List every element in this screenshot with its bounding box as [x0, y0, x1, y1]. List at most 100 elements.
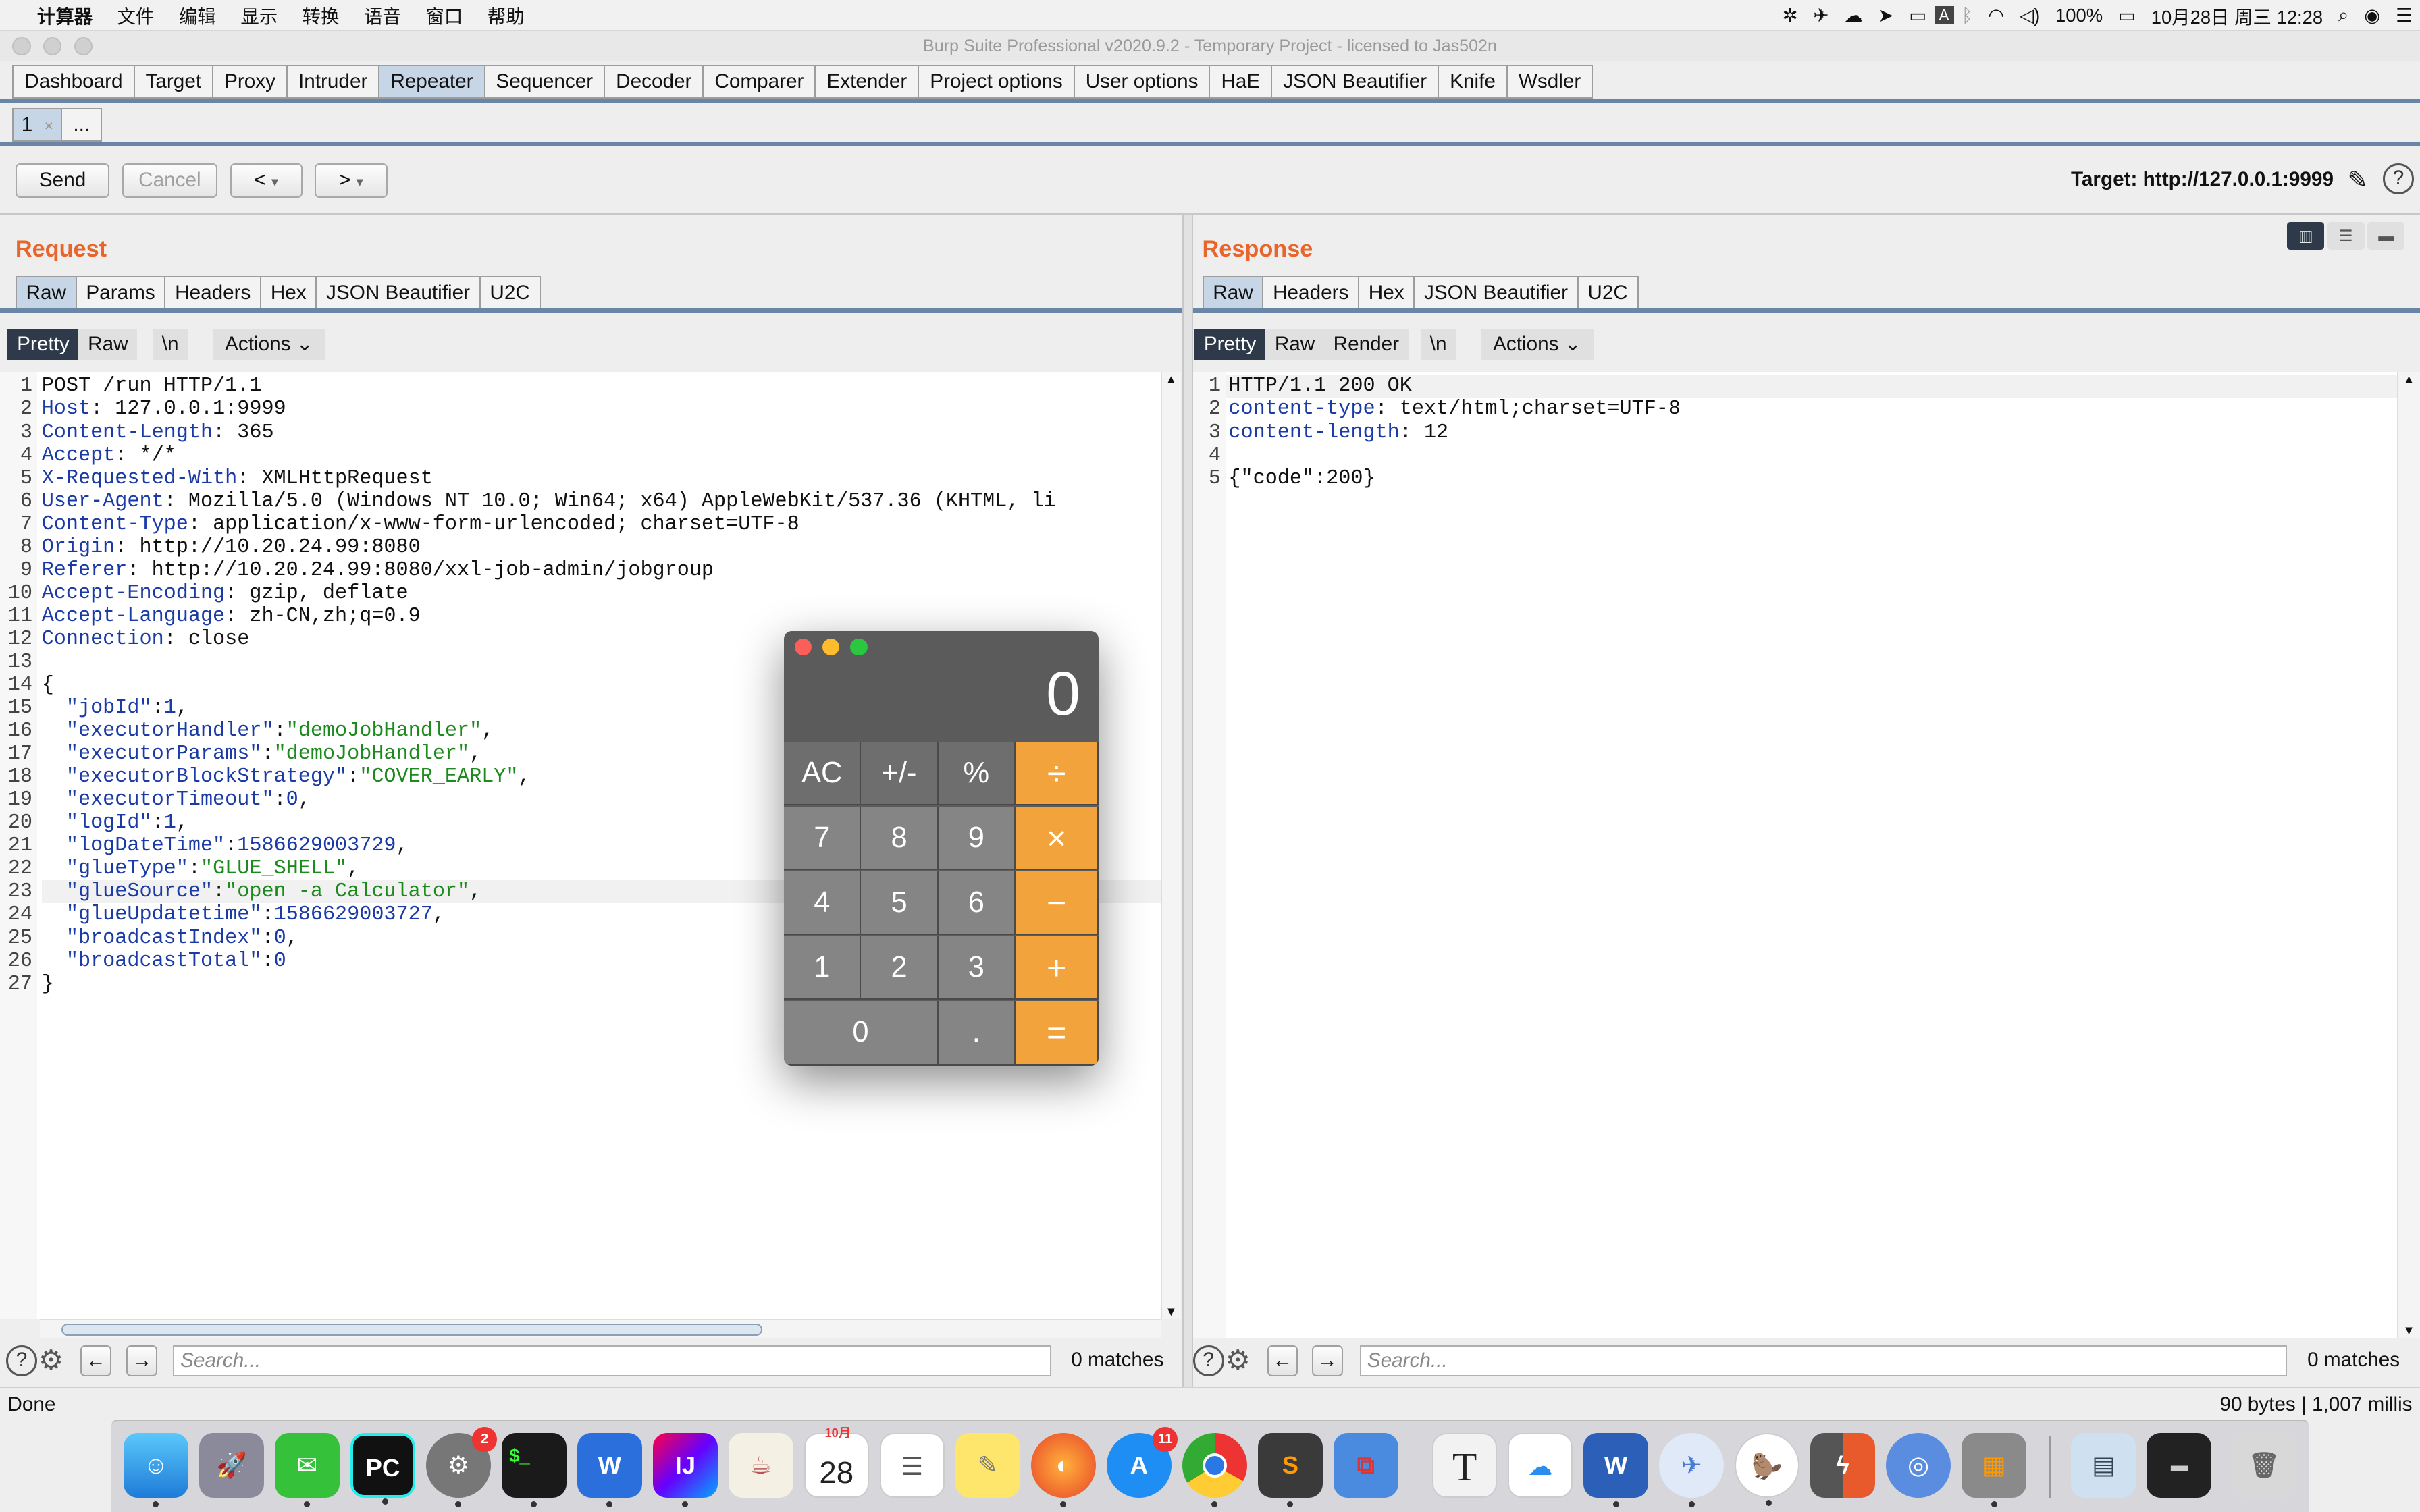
cancel-button[interactable]: Cancel	[122, 163, 218, 198]
response-editor[interactable]: 12345 HTTP/1.1 200 OK content-type: text/…	[1192, 371, 2397, 1338]
tab-u2c[interactable]: U2C	[479, 276, 541, 310]
digit-9-button[interactable]: 9	[938, 807, 1016, 871]
downloads-folder-icon[interactable]: ▤	[2071, 1433, 2136, 1498]
new-tab-button[interactable]: ...	[61, 107, 103, 142]
finder-icon[interactable]: ☺	[123, 1433, 188, 1507]
firefox-icon[interactable]: ◐	[1030, 1433, 1096, 1507]
digit-0-button[interactable]: 0	[784, 1001, 939, 1066]
tab-decoder[interactable]: Decoder	[604, 64, 703, 99]
zoom-window-icon[interactable]	[850, 639, 868, 656]
newline-toggle[interactable]: \n	[153, 328, 188, 360]
tab-hex[interactable]: Hex	[260, 276, 316, 310]
digit-8-button[interactable]: 8	[861, 807, 939, 871]
intellij-idea-icon[interactable]: IJ	[652, 1433, 718, 1507]
java-icon[interactable]: ☕	[728, 1433, 793, 1498]
digit-6-button[interactable]: 6	[938, 871, 1016, 936]
menu-convert[interactable]: 转换	[290, 1, 351, 28]
scrollbar-thumb[interactable]	[61, 1323, 763, 1336]
stacked-view-icon[interactable]: ☰	[2327, 222, 2365, 250]
raw-toggle[interactable]: Raw	[1265, 328, 1324, 360]
tab-wsdler[interactable]: Wsdler	[1506, 64, 1594, 99]
volume-icon[interactable]: ◁)	[2012, 5, 2048, 26]
chrome-canary-icon[interactable]: ◎	[1886, 1433, 1951, 1498]
tab-headers[interactable]: Headers	[1262, 276, 1359, 310]
menu-app[interactable]: 计算器	[25, 1, 105, 28]
scroll-down-icon[interactable]: ▼	[2403, 1323, 2415, 1338]
tab-params[interactable]: Params	[75, 276, 165, 310]
display-icon[interactable]: ▭	[1901, 5, 1935, 26]
pencil-icon[interactable]: ✎	[2348, 165, 2369, 194]
baidu-netdisk-icon[interactable]: ☁	[1508, 1433, 1573, 1498]
tab-raw[interactable]: Raw	[15, 276, 76, 310]
gear-icon[interactable]: ✲	[1774, 5, 1806, 26]
split-divider[interactable]	[1182, 214, 1193, 1387]
tab-json-beautifier[interactable]: JSON Beautifier	[1413, 276, 1577, 310]
help-icon[interactable]: ?	[1192, 1345, 1224, 1376]
tab-proxy[interactable]: Proxy	[212, 64, 286, 99]
actions-dropdown[interactable]: Actions ⌄	[1480, 328, 1594, 360]
menu-file[interactable]: 文件	[105, 1, 166, 28]
search-input[interactable]: Search...	[172, 1345, 1051, 1376]
battery-icon[interactable]: ▭	[2111, 5, 2144, 26]
tab-hae[interactable]: HaE	[1209, 64, 1271, 99]
close-window-icon[interactable]	[795, 639, 812, 656]
newline-toggle[interactable]: \n	[1421, 328, 1456, 360]
tab-json-beautifier[interactable]: JSON Beautifier	[315, 276, 479, 310]
multiply-button[interactable]: ×	[1015, 807, 1099, 871]
tab-knife[interactable]: Knife	[1438, 64, 1506, 99]
lark-icon[interactable]: ✈	[1659, 1433, 1725, 1507]
raw-toggle[interactable]: Raw	[78, 328, 138, 360]
app-store-icon[interactable]: A 11	[1106, 1426, 1178, 1498]
wechat-icon[interactable]: ☁	[1837, 5, 1870, 26]
tab-u2c[interactable]: U2C	[1577, 276, 1639, 310]
decimal-button[interactable]: .	[938, 1001, 1016, 1066]
vertical-scrollbar[interactable]: ▲ ▼	[2396, 371, 2420, 1338]
previous-match-button[interactable]: ←	[1267, 1345, 1298, 1376]
tab-target[interactable]: Target	[133, 64, 213, 99]
calculator-icon[interactable]: ▦	[1962, 1433, 2027, 1507]
input-source-icon[interactable]: A	[1934, 6, 1954, 25]
menu-window[interactable]: 窗口	[413, 1, 475, 28]
bird-icon[interactable]: ✈	[1806, 5, 1837, 26]
digit-7-button[interactable]: 7	[784, 807, 862, 871]
split-view-icon[interactable]: ▥	[2287, 222, 2325, 250]
add-button[interactable]: +	[1015, 936, 1099, 1000]
reminders-icon[interactable]: ☰	[879, 1433, 945, 1498]
next-match-button[interactable]: →	[126, 1345, 158, 1376]
tab-repeater[interactable]: Repeater	[378, 64, 484, 99]
pretty-toggle[interactable]: Pretty	[7, 328, 79, 360]
settings-gear-icon[interactable]: ⚙	[38, 1344, 63, 1376]
tab-project-options[interactable]: Project options	[918, 64, 1074, 99]
tab-headers[interactable]: Headers	[164, 276, 261, 310]
minimize-window-icon[interactable]	[822, 639, 840, 656]
menu-view[interactable]: 显示	[228, 1, 290, 28]
tab-raw[interactable]: Raw	[1202, 276, 1263, 310]
wechat-icon[interactable]: ✉	[274, 1433, 340, 1507]
back-button[interactable]: < ▾	[230, 163, 302, 198]
pretty-toggle[interactable]: Pretty	[1194, 328, 1266, 360]
minimize-window-icon[interactable]	[43, 36, 62, 56]
siri-icon[interactable]: ◉	[2357, 5, 2388, 26]
digit-2-button[interactable]: 2	[861, 936, 939, 1000]
repeater-tab-1[interactable]: 1 ×	[12, 107, 61, 142]
plus-minus-button[interactable]: +/-	[861, 742, 939, 806]
notes-icon[interactable]: ✎	[955, 1433, 1020, 1498]
close-window-icon[interactable]	[12, 36, 31, 56]
notification-center-icon[interactable]: ☰	[2388, 5, 2420, 26]
send-icon[interactable]: ➤	[1870, 5, 1901, 26]
forward-button[interactable]: > ▾	[315, 163, 388, 198]
tab-sequencer[interactable]: Sequencer	[483, 64, 604, 99]
settings-gear-icon[interactable]: ⚙	[1226, 1344, 1251, 1376]
word-icon[interactable]: W	[1583, 1433, 1649, 1507]
tab-user-options[interactable]: User options	[1073, 64, 1209, 99]
scroll-up-icon[interactable]: ▲	[2403, 372, 2415, 387]
parallels-icon[interactable]: ⧉	[1333, 1433, 1398, 1498]
tab-intruder[interactable]: Intruder	[286, 64, 379, 99]
search-input[interactable]: Search...	[1359, 1345, 2288, 1376]
chrome-icon[interactable]	[1182, 1433, 1247, 1507]
spotlight-icon[interactable]: ⌕	[2331, 4, 2357, 26]
render-toggle[interactable]: Render	[1323, 328, 1409, 360]
next-match-button[interactable]: →	[1311, 1345, 1343, 1376]
digit-3-button[interactable]: 3	[938, 936, 1016, 1000]
percent-button[interactable]: %	[938, 742, 1016, 806]
